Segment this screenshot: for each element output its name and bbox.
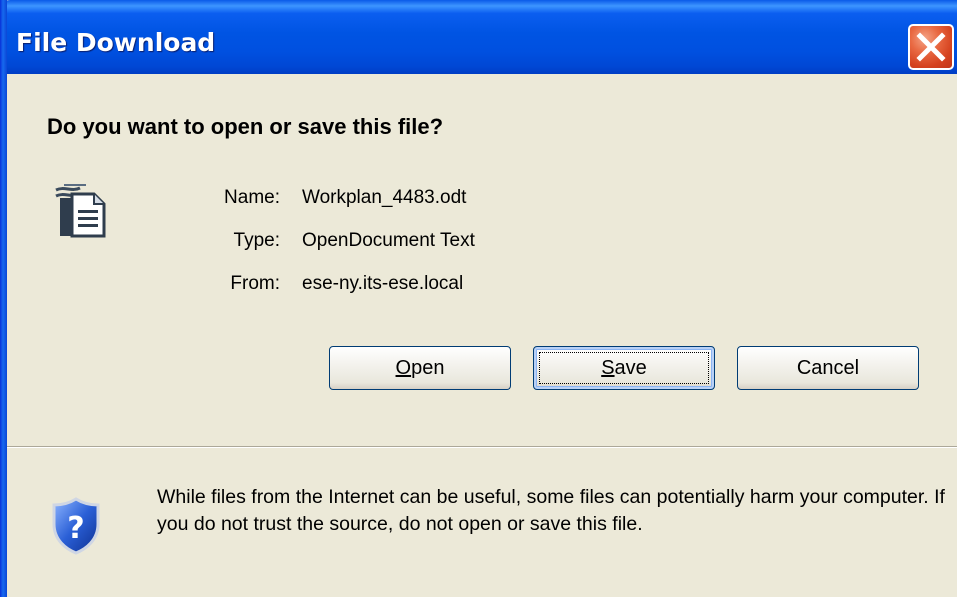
open-button-label: pen <box>411 357 445 379</box>
svg-text:?: ? <box>67 511 84 546</box>
shield-question-icon: ? <box>50 496 102 561</box>
cancel-button-label: Cancel <box>796 357 860 379</box>
open-button-mnemonic: O <box>395 357 412 379</box>
title-bar[interactable]: File Download <box>0 0 957 74</box>
close-icon <box>916 32 946 62</box>
type-label: Type: <box>233 230 280 251</box>
window-left-border <box>0 0 7 597</box>
dialog-heading: Do you want to open or save this file? <box>47 114 444 139</box>
cancel-button[interactable]: Cancel <box>737 346 919 390</box>
from-label: From: <box>230 273 280 294</box>
name-value: Workplan_4483.odt <box>302 187 467 208</box>
name-label: Name: <box>224 187 280 208</box>
security-warning-text: While files from the Internet can be use… <box>157 486 945 535</box>
type-value: OpenDocument Text <box>302 230 475 251</box>
open-button[interactable]: Open <box>329 346 511 390</box>
close-button[interactable] <box>908 24 954 70</box>
focus-ring <box>539 352 709 384</box>
from-value: ese-ny.its-ese.local <box>302 273 464 294</box>
dialog-separator <box>7 446 957 448</box>
window-title: File Download <box>16 28 216 57</box>
save-button[interactable]: Save <box>533 346 715 390</box>
file-download-dialog: File Download Do you want to open or sav… <box>0 0 957 597</box>
